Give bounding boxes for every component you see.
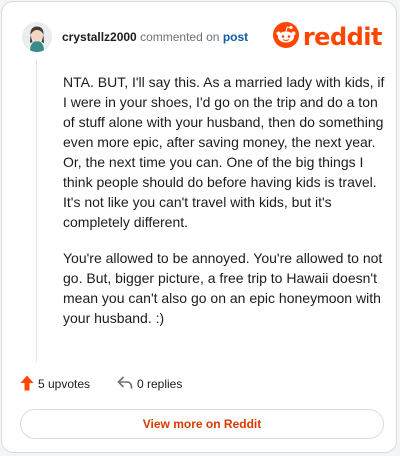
comment-paragraph: NTA. BUT, I'll say this. As a married la… (63, 74, 385, 230)
reply-arrow-icon (117, 376, 133, 393)
reply-button[interactable]: 0 replies (117, 374, 182, 394)
upvote-count: 5 upvotes (38, 377, 91, 391)
reddit-logo[interactable]: reddit (272, 21, 383, 53)
comment-paragraph: You're allowed to be annoyed. You're all… (63, 250, 383, 326)
comment-body: NTA. BUT, I'll say this. As a married la… (63, 72, 388, 344)
post-link[interactable]: post (223, 30, 248, 44)
comment-actions: 5 upvotes 0 replies (20, 374, 320, 394)
comment-header: crystallz2000 commented on post reddit (22, 21, 383, 53)
avatar[interactable] (22, 22, 52, 52)
username[interactable]: crystallz2000 (62, 30, 137, 44)
upvote-arrow-icon (20, 375, 34, 394)
upvote-button[interactable]: 5 upvotes (20, 374, 90, 394)
thread-line (36, 60, 37, 362)
reply-count: 0 replies (137, 377, 183, 391)
action-text: commented on (140, 30, 220, 44)
comment-meta: crystallz2000 commented on post (62, 29, 248, 45)
reddit-snoo-icon (272, 21, 299, 53)
view-more-button[interactable]: View more on Reddit (20, 409, 384, 439)
comment-card: crystallz2000 commented on post reddit N… (1, 1, 397, 453)
reddit-wordmark: reddit (302, 23, 383, 51)
